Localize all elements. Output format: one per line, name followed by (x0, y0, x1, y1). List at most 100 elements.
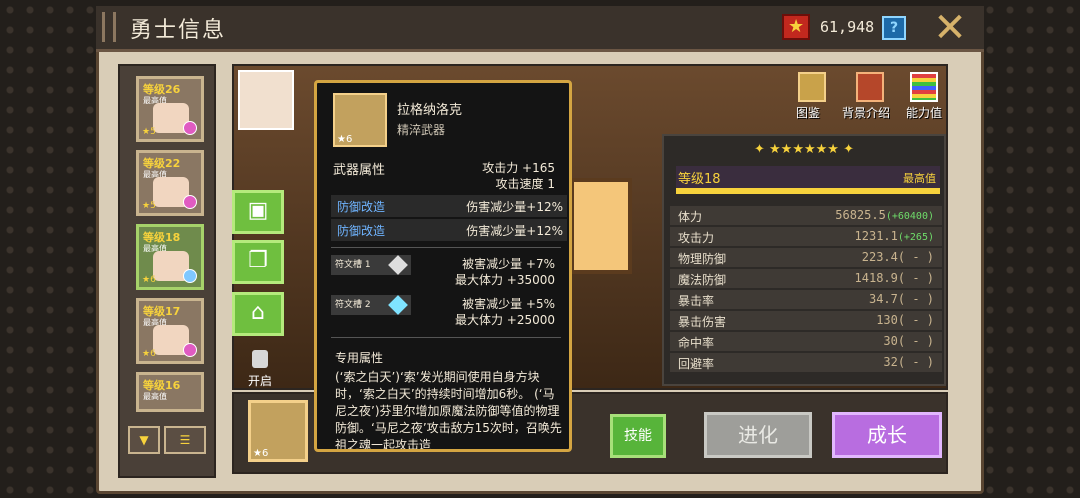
hero-card[interactable]: 等级16 最高值 (136, 372, 204, 412)
close-button[interactable]: ✕ (930, 8, 970, 48)
weapon-type: 精淬武器 (397, 123, 446, 137)
stats-icon[interactable] (910, 72, 938, 102)
stat-value: 1231.1 (854, 229, 898, 243)
level-progress-bar (676, 188, 940, 194)
stat-row: 物理防御 223.4( - ) (670, 248, 942, 267)
hero-card-selected[interactable]: 等级18 最高值 ★6 (136, 224, 204, 290)
stat-name: 暴击率 (678, 294, 715, 308)
stats-max: 最高值 (903, 172, 936, 185)
stat-row: 命中率 30( - ) (670, 332, 942, 351)
mod-label: 防御改造 (337, 200, 386, 214)
skill-button[interactable]: 技能 (610, 414, 666, 458)
stat-value: 34.7 (868, 292, 898, 306)
element-icon (183, 343, 197, 357)
stat-name: 暴击伤害 (678, 315, 727, 329)
stat-bonus: ( - ) (897, 334, 934, 348)
rune1-line1: 被害减少量 +7% (462, 257, 555, 271)
evolve-button[interactable]: 进化 (704, 412, 812, 458)
divider (331, 247, 561, 248)
stat-name: 攻击力 (678, 231, 715, 245)
weapon-speed: 攻击速度 1 (495, 177, 555, 191)
stat-bonus: (+60400) (885, 211, 934, 222)
open-label[interactable]: 开启 (248, 372, 272, 389)
codex-tab[interactable]: 图鉴 (796, 104, 820, 121)
codex-icon[interactable] (798, 72, 826, 102)
hero-stars: ★5 (142, 201, 156, 211)
star-rating: ✦ ★★★★★★ ✦ (754, 142, 854, 157)
rune-icon (388, 295, 408, 315)
lock-icon (252, 350, 268, 368)
hero-list[interactable]: 等级26 最高值 ★5 等级22 最高值 ★5 等级18 最高值 ★6 等级17… (118, 64, 216, 478)
stat-value: 1418.9 (854, 271, 898, 285)
background-story-icon[interactable] (856, 72, 884, 102)
stat-name: 魔法防御 (678, 273, 727, 287)
mod-row: 防御改造 伤害减少量+12% (331, 195, 567, 217)
hero-stars: ★6 (142, 349, 156, 359)
mod-value: 伤害减少量+12% (466, 224, 563, 238)
weapon-attack: 攻击力 +165 (482, 161, 555, 175)
scene-window (570, 178, 632, 274)
mod-row: 防御改造 伤害减少量+12% (331, 219, 567, 241)
stat-value: 30 (883, 334, 898, 348)
rune-icon (388, 255, 408, 275)
rune-slot-2: 符文槽 2 (331, 295, 411, 315)
rune-slot-1: 符文槽 1 (331, 255, 411, 275)
stat-bonus: ( - ) (897, 292, 934, 306)
stat-row: 回避率 32( - ) (670, 353, 942, 372)
title-decoration (102, 12, 116, 42)
cards-button[interactable]: ❐ (232, 240, 284, 284)
stats-level: 等级18 (678, 172, 721, 187)
hero-stars: ★6 (142, 275, 156, 285)
grow-button[interactable]: 成长 (832, 412, 942, 458)
weapon-tooltip: ★6 拉格纳洛克 精淬武器 武器属性 攻击力 +165 攻击速度 1 防御改造伤… (314, 80, 572, 452)
stat-bonus: ( - ) (897, 271, 934, 285)
background-tab[interactable]: 背景介绍 (842, 104, 890, 121)
stat-bonus: (+265) (897, 232, 934, 243)
chat-button[interactable]: ▣ (232, 190, 284, 234)
stat-bonus: ( - ) (897, 313, 934, 327)
divider (331, 337, 561, 338)
element-icon (183, 269, 197, 283)
stat-value: 130 (876, 313, 898, 327)
help-button[interactable]: ? (882, 16, 906, 40)
page-title: 勇士信息 (130, 18, 227, 43)
element-icon (183, 195, 197, 209)
stat-row: 魔法防御 1418.9( - ) (670, 269, 942, 288)
hero-stars: ★5 (142, 127, 156, 137)
ruby-currency-icon (782, 14, 810, 40)
stat-row: 攻击力 1231.1(+265) (670, 227, 942, 246)
level-row: 等级18 最高值 (676, 166, 940, 188)
rune-slot-label: 符文槽 2 (335, 300, 371, 310)
hero-card[interactable]: 等级22 最高值 ★5 (136, 150, 204, 216)
stat-value: 223.4 (861, 250, 898, 264)
stat-name: 回避率 (678, 357, 715, 371)
rune-slot-label: 符文槽 1 (335, 260, 371, 270)
mod-value: 伤害减少量+12% (466, 200, 563, 214)
stats-tab[interactable]: 能力值 (906, 104, 942, 121)
stat-bonus: ( - ) (897, 355, 934, 369)
currency-amount: 61,948 (820, 18, 875, 36)
stat-value: 56825.5 (835, 208, 886, 222)
weapon-slot[interactable]: ★6 (248, 400, 308, 462)
stat-row: 体力 56825.5(+60400) (670, 206, 942, 225)
costume-button[interactable]: ⌂ (232, 292, 284, 336)
stat-bonus: ( - ) (897, 250, 934, 264)
stat-row: 暴击伤害 130( - ) (670, 311, 942, 330)
rune1-line2: 最大体力 +35000 (454, 273, 555, 287)
rune2-line1: 被害减少量 +5% (462, 297, 555, 311)
rune2-line2: 最大体力 +25000 (454, 313, 555, 327)
special-attr-title: 专用属性 (335, 351, 384, 365)
element-icon (183, 121, 197, 135)
stats-panel: ✦ ★★★★★★ ✦ 等级18 最高值 体力 56825.5(+60400) 攻击… (662, 134, 946, 386)
weapon-icon-stars: ★6 (337, 134, 353, 145)
hero-card[interactable]: 等级26 最高值 ★5 (136, 76, 204, 142)
hero-card[interactable]: 等级17 最高值 ★6 (136, 298, 204, 364)
stat-name: 物理防御 (678, 252, 727, 266)
stat-row: 暴击率 34.7( - ) (670, 290, 942, 309)
weapon-icon: ★6 (333, 93, 387, 147)
weapon-attr-title: 武器属性 (333, 163, 386, 178)
filter-list-button[interactable]: ☰ (164, 426, 206, 454)
sort-order-button[interactable]: ▼ (128, 426, 160, 454)
mod-label: 防御改造 (337, 224, 386, 238)
hero-avatar (238, 70, 294, 130)
